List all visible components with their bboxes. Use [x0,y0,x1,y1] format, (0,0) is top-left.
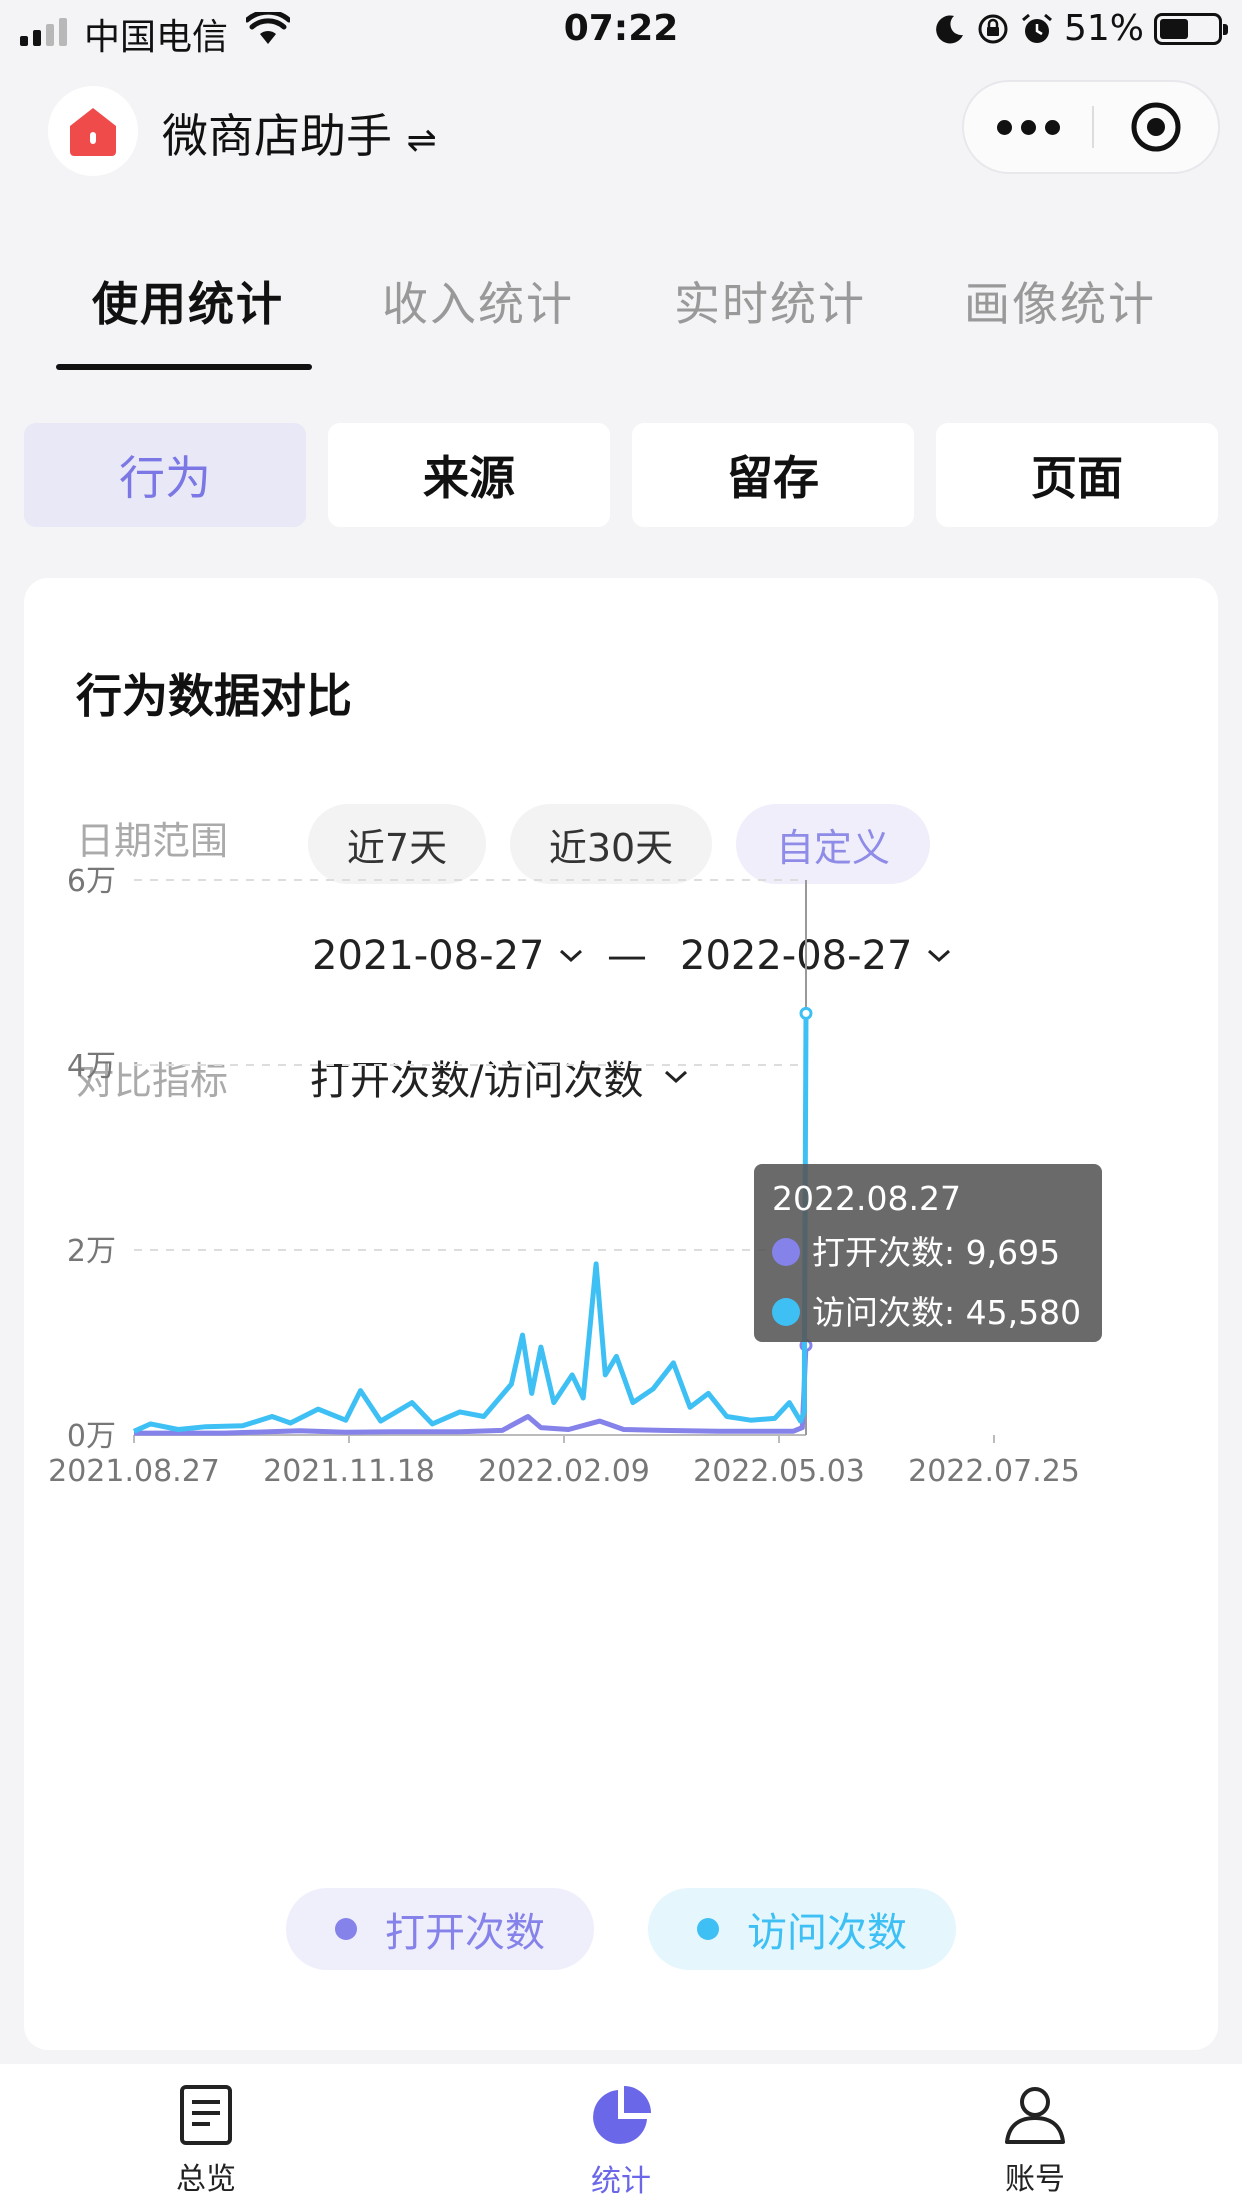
y-tick-label: 6万 [67,864,116,899]
close-mini-program-button[interactable] [1094,99,1218,155]
subtab-pages[interactable]: 页面 [936,423,1218,527]
status-bar: 中国电信 07:22 51% [0,0,1242,62]
subtab-retention[interactable]: 留存 [632,423,914,527]
series-point [799,1006,813,1020]
chart-tooltip: 2022.08.27 打开次数: 9,695 访问次数: 45,580 [754,1164,1102,1342]
legend-dot [335,1918,357,1940]
x-tick-label: 2022.05.03 [693,1454,865,1489]
tab-portrait-stats[interactable]: 画像统计 [964,268,1156,334]
alarm-icon [1022,13,1052,43]
legend-dot [697,1918,719,1940]
nav-overview-label: 总览 [176,2162,236,2197]
document-icon [180,2085,232,2145]
app-title[interactable]: 微商店助手 ⇌ [162,100,437,166]
title-bar: 微商店助手 ⇌ [0,70,1242,190]
nav-account-label: 账号 [1005,2162,1065,2197]
shop-icon [48,86,138,176]
x-tick-label: 2022.07.25 [908,1454,1080,1489]
behavior-card: 行为数据对比 日期范围 近7天 近30天 自定义 2021-08-27 — 20… [24,578,1218,2050]
moon-icon [936,14,963,43]
y-tick-label: 0万 [67,1419,116,1454]
subtab-behavior[interactable]: 行为 [24,423,306,527]
legend-label: 打开次数 [385,1910,545,1956]
target-close-icon [1131,102,1181,152]
more-options-button[interactable] [964,119,1092,135]
legend-visit-count[interactable]: 访问次数 [648,1888,956,1970]
series-line-open-count [134,1345,809,1436]
tooltip-open-dot [772,1238,800,1266]
nav-stats-label: 统计 [591,2164,651,2199]
mini-program-capsule [962,80,1220,174]
tooltip-visit-value: 访问次数: 45,580 [812,1293,1081,1332]
active-tab-indicator [56,364,312,370]
subtab-source[interactable]: 来源 [328,423,610,527]
tab-usage-stats[interactable]: 使用统计 [92,268,284,334]
tooltip-open-value: 打开次数: 9,695 [812,1233,1060,1272]
tooltip-date: 2022.08.27 [772,1179,961,1218]
x-tick-label: 2021.11.18 [263,1454,435,1489]
tab-income-stats[interactable]: 收入统计 [382,268,574,334]
legend-open-count[interactable]: 打开次数 [286,1888,594,1970]
switch-icon: ⇌ [406,120,437,161]
y-tick-label: 2万 [67,1234,116,1269]
nav-stats[interactable]: 统计 [541,2084,701,2200]
behavior-line-chart[interactable]: 6万 4万 2万 0万2021.08.27 2021.11.18 2022.02.09 20… [24,578,1218,1868]
series-line-visit-count [132,1013,809,1434]
pie-chart-icon [593,2086,651,2144]
y-tick-label: 4万 [67,1049,116,1084]
tooltip-visit-dot [772,1298,800,1326]
x-tick-label: 2022.02.09 [478,1454,650,1489]
user-icon [1005,2087,1065,2144]
app-name: 微商店助手 [162,109,392,163]
x-tick-label: 2021.08.27 [48,1454,220,1489]
battery-icon [1154,12,1228,45]
nav-account[interactable]: 账号 [955,2084,1115,2198]
battery-percent: 51% [1063,8,1144,49]
nav-overview[interactable]: 总览 [126,2084,286,2198]
legend-label: 访问次数 [747,1910,907,1956]
rotation-lock-icon [978,14,1008,43]
tab-realtime-stats[interactable]: 实时统计 [674,268,866,334]
bottom-navigation: 总览 统计 账号 [0,2064,1242,2208]
main-tabs: 使用统计 收入统计 实时统计 画像统计 [56,268,1206,378]
